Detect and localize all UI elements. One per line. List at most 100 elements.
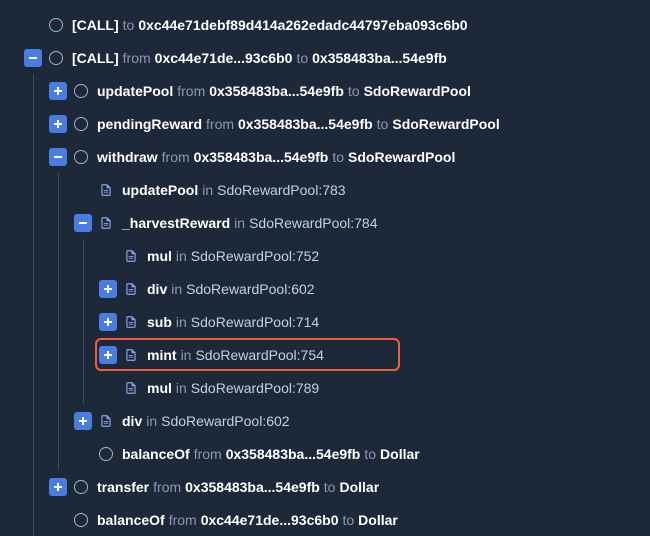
trace-row[interactable]: pendingRewardfrom0x358483ba...54e9fbtoSd…	[10, 107, 640, 140]
trace-label: transferfrom0x358483ba...54e9fbtoDollar	[97, 479, 379, 495]
keyword: from	[169, 512, 197, 528]
trace-row[interactable]: mulinSdoRewardPool:752	[10, 239, 640, 272]
trace-label: _harvestRewardinSdoRewardPool:784	[122, 215, 378, 231]
address: Dollar	[339, 479, 379, 495]
tree-guide-line	[58, 272, 59, 305]
keyword: from	[177, 83, 205, 99]
keyword: from	[194, 446, 222, 462]
location: SdoRewardPool:784	[249, 215, 377, 231]
tree-guide-line	[83, 239, 84, 272]
tree-guide-line	[33, 437, 34, 470]
expand-icon[interactable]	[99, 346, 117, 364]
trace-row[interactable]: updatePoolinSdoRewardPool:783	[10, 173, 640, 206]
tree-guide-line	[83, 272, 84, 305]
tree-guide-line	[33, 503, 34, 536]
call-icon	[98, 446, 114, 462]
file-icon	[123, 248, 139, 264]
function-name: mul	[147, 380, 172, 396]
file-icon	[98, 182, 114, 198]
trace-label: [CALL]from0xc44e71de...93c6b0to0x358483b…	[72, 50, 447, 66]
tree-guide-line	[33, 305, 34, 338]
function-name: mint	[147, 347, 177, 363]
trace-row[interactable]: balanceOffrom0x358483ba...54e9fbtoDollar	[10, 437, 640, 470]
file-icon	[98, 413, 114, 429]
tree-guide-line	[58, 239, 59, 272]
trace-row[interactable]: divinSdoRewardPool:602	[10, 272, 640, 305]
keyword: in	[176, 380, 187, 396]
keyword: from	[153, 479, 181, 495]
expand-icon[interactable]	[49, 115, 67, 133]
address: 0x358483ba...54e9fb	[194, 149, 329, 165]
tree-guide-line	[33, 140, 34, 173]
tree-guide-line	[58, 305, 59, 338]
location: SdoRewardPool:754	[195, 347, 323, 363]
call-icon	[73, 83, 89, 99]
tree-guide-line	[83, 371, 84, 404]
function-name: mul	[147, 248, 172, 264]
tree-guide-line	[83, 338, 84, 371]
trace-row[interactable]: updatePoolfrom0x358483ba...54e9fbtoSdoRe…	[10, 74, 640, 107]
expand-icon[interactable]	[99, 313, 117, 331]
expand-icon[interactable]	[99, 280, 117, 298]
trace-label: updatePoolfrom0x358483ba...54e9fbtoSdoRe…	[97, 83, 471, 99]
tree-guide-line	[58, 404, 59, 437]
location: SdoRewardPool:752	[191, 248, 319, 264]
trace-row[interactable]: [CALL]to0xc44e71debf89d414a262edadc44797…	[10, 8, 640, 41]
tree-guide-line	[33, 239, 34, 272]
trace-label: divinSdoRewardPool:602	[147, 281, 315, 297]
function-name: updatePool	[122, 182, 198, 198]
trace-row[interactable]: _harvestRewardinSdoRewardPool:784	[10, 206, 640, 239]
keyword: to	[377, 116, 389, 132]
keyword: to	[324, 479, 336, 495]
trace-row[interactable]: balanceOffrom0xc44e71de...93c6b0toDollar	[10, 503, 640, 536]
tree-guide-line	[33, 107, 34, 140]
collapse-icon[interactable]	[24, 49, 42, 67]
trace-label: mulinSdoRewardPool:752	[147, 248, 319, 264]
collapse-icon[interactable]	[49, 148, 67, 166]
trace-row[interactable]: transferfrom0x358483ba...54e9fbtoDollar	[10, 470, 640, 503]
tree-guide-line	[58, 437, 59, 470]
file-icon	[123, 380, 139, 396]
expand-icon[interactable]	[74, 412, 92, 430]
expand-icon[interactable]	[49, 82, 67, 100]
trace-label: updatePoolinSdoRewardPool:783	[122, 182, 346, 198]
tree-guide-line	[33, 338, 34, 371]
address: SdoRewardPool	[392, 116, 499, 132]
keyword: to	[348, 83, 360, 99]
keyword: from	[123, 50, 151, 66]
tree-guide-line	[33, 206, 34, 239]
location: SdoRewardPool:789	[191, 380, 319, 396]
location: SdoRewardPool:783	[217, 182, 345, 198]
tree-guide-line	[33, 74, 34, 107]
trace-tree: [CALL]to0xc44e71debf89d414a262edadc44797…	[10, 8, 640, 536]
trace-label: pendingRewardfrom0x358483ba...54e9fbtoSd…	[97, 116, 500, 132]
trace-row[interactable]: withdrawfrom0x358483ba...54e9fbtoSdoRewa…	[10, 140, 640, 173]
trace-row[interactable]: subinSdoRewardPool:714	[10, 305, 640, 338]
trace-label: mulinSdoRewardPool:789	[147, 380, 319, 396]
trace-row[interactable]: [CALL]from0xc44e71de...93c6b0to0x358483b…	[10, 41, 640, 74]
address: 0xc44e71de...93c6b0	[155, 50, 293, 66]
function-name: updatePool	[97, 83, 173, 99]
trace-row[interactable]: mintinSdoRewardPool:754	[10, 338, 640, 371]
keyword: in	[181, 347, 192, 363]
file-icon	[123, 281, 139, 297]
tree-guide-line	[58, 173, 59, 206]
trace-label: balanceOffrom0x358483ba...54e9fbtoDollar	[122, 446, 420, 462]
file-icon	[98, 215, 114, 231]
trace-label: subinSdoRewardPool:714	[147, 314, 319, 330]
trace-row[interactable]: divinSdoRewardPool:602	[10, 404, 640, 437]
function-name: [CALL]	[72, 50, 119, 66]
file-icon	[123, 347, 139, 363]
call-icon	[73, 512, 89, 528]
trace-row[interactable]: mulinSdoRewardPool:789	[10, 371, 640, 404]
expand-icon[interactable]	[49, 478, 67, 496]
keyword: to	[123, 17, 135, 33]
keyword: in	[234, 215, 245, 231]
address: 0x358483ba...54e9fb	[226, 446, 361, 462]
trace-label: divinSdoRewardPool:602	[122, 413, 290, 429]
tree-guide-line	[58, 371, 59, 404]
function-name: transfer	[97, 479, 149, 495]
trace-label: [CALL]to0xc44e71debf89d414a262edadc44797…	[72, 17, 468, 33]
collapse-icon[interactable]	[74, 214, 92, 232]
tree-guide-line	[58, 338, 59, 371]
